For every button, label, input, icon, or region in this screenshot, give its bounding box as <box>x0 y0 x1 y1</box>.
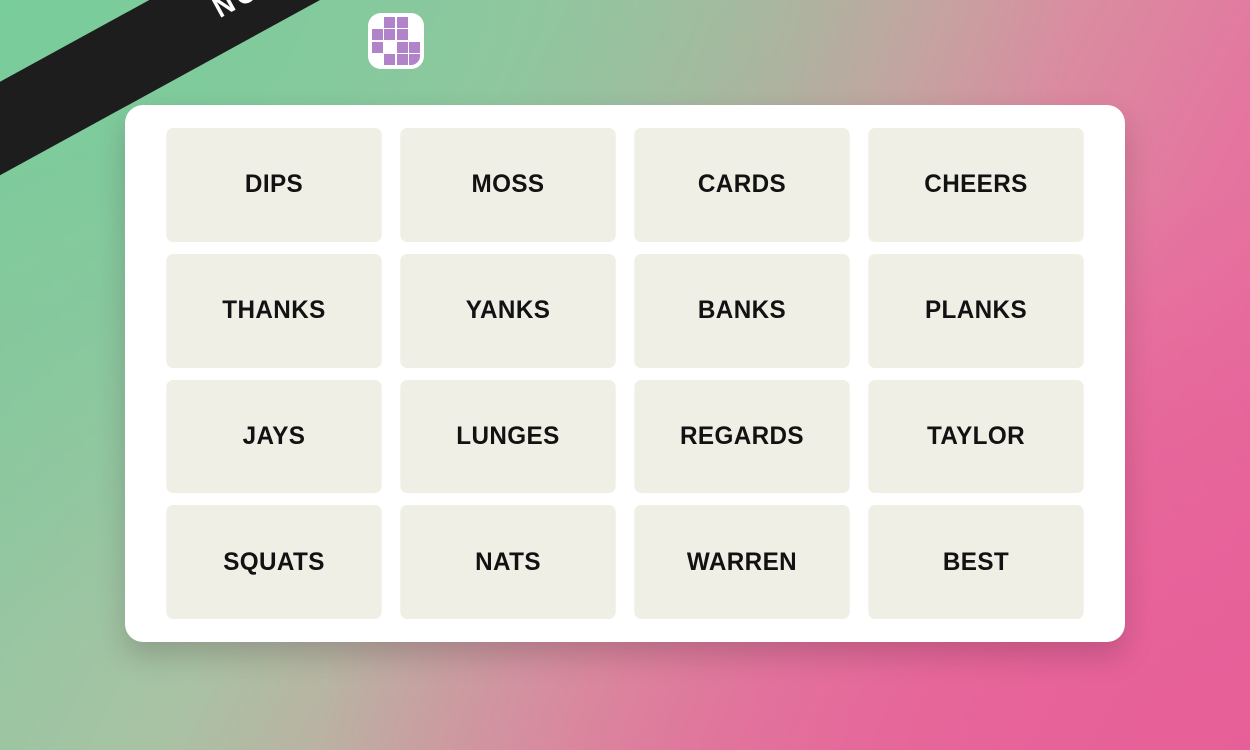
word-tile[interactable]: WARREN <box>634 505 850 619</box>
word-tile[interactable]: JAYS <box>166 379 382 494</box>
logo-cell <box>396 41 408 53</box>
word-tile[interactable]: YANKS <box>400 253 616 368</box>
word-tile[interactable]: LUNGES <box>400 379 616 494</box>
logo-cell <box>384 41 396 53</box>
word-tile[interactable]: TAYLOR <box>868 379 1084 494</box>
word-tile[interactable]: BANKS <box>634 253 850 368</box>
logo-cell <box>372 41 383 53</box>
logo-cell <box>409 41 420 53</box>
word-tile[interactable]: BEST <box>868 505 1084 619</box>
connections-grid-icon <box>368 13 424 69</box>
logo-cell <box>409 17 420 28</box>
logo-cell <box>396 29 408 41</box>
logo-grid <box>372 17 420 65</box>
logo-cell <box>396 17 408 28</box>
logo-cell <box>384 17 396 28</box>
connections-game-page: NOVEMBER 17 DIPSMOSSCARDSCHEERSTHANKSYAN… <box>0 0 1250 750</box>
logo-cell <box>409 29 420 41</box>
word-tile[interactable]: CARDS <box>634 128 850 242</box>
word-tile[interactable]: CHEERS <box>868 128 1084 242</box>
word-tile[interactable]: THANKS <box>166 253 382 368</box>
logo-cell <box>372 17 383 28</box>
word-tile[interactable]: SQUATS <box>166 505 382 619</box>
word-tile[interactable]: MOSS <box>400 128 616 242</box>
logo-cell <box>396 54 408 65</box>
word-tile[interactable]: REGARDS <box>634 379 850 494</box>
word-tile[interactable]: DIPS <box>166 128 382 242</box>
logo-cell <box>372 54 383 65</box>
word-tile[interactable]: PLANKS <box>868 253 1084 368</box>
logo-cell <box>409 54 420 65</box>
word-tile[interactable]: NATS <box>400 505 616 619</box>
word-tile-grid: DIPS MOSS CARDS CHEERS THANKS YANKS BANKS PLANK… <box>163 128 1087 619</box>
logo-cell <box>384 29 396 41</box>
logo-cell <box>384 54 396 65</box>
logo-cell <box>372 29 383 41</box>
game-board-card: DIPS MOSS CARDS CHEERS THANKS YANKS BANKS PLANK… <box>125 105 1125 642</box>
